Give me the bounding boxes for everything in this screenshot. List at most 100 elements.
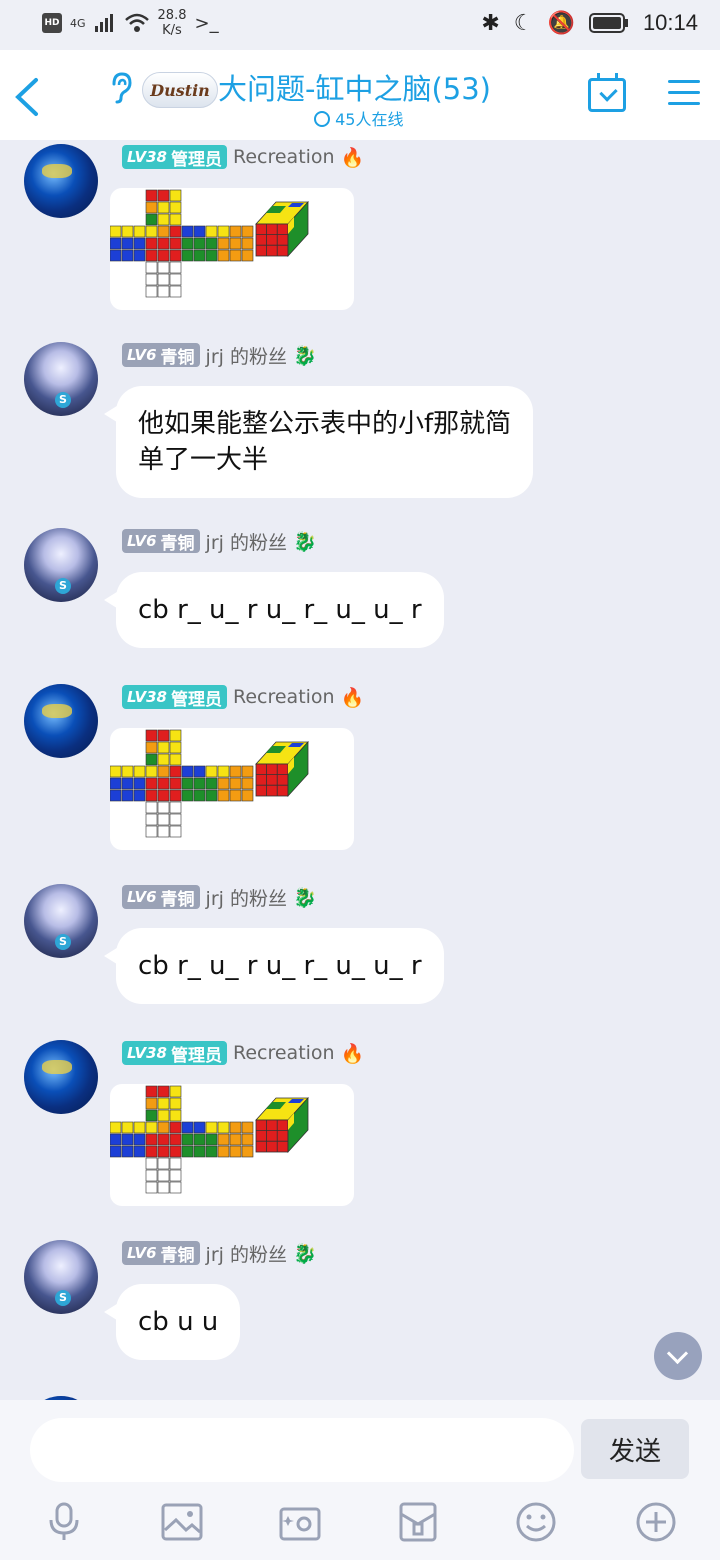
message-text: 他如果能整公示表中的小f那就简 — [138, 409, 512, 439]
network-label: 4G — [70, 16, 86, 30]
status-left: HD 4G 28.8 K/s >_ — [42, 8, 219, 38]
chat-header: Dustin 大问题-缸中之脑(53) 45人在线 — [0, 50, 720, 140]
composer: 发送 — [0, 1400, 720, 1560]
plus-icon[interactable] — [634, 1500, 678, 1544]
bell-off-icon: 🔕 — [547, 10, 575, 36]
level-badge: LV6 青铜 — [122, 885, 200, 910]
battery-icon — [588, 13, 628, 33]
hd-icon: HD — [42, 13, 62, 33]
level-label: LV38 — [127, 1044, 167, 1062]
role-label: 青铜 — [160, 533, 195, 554]
dragon-icon: 🐉 — [292, 1242, 317, 1265]
title-area[interactable]: Dustin 大问题-缸中之脑(53) 45人在线 — [100, 66, 580, 136]
sender-meta: LV6 青铜 jrj 的粉丝 🐉 — [122, 342, 317, 368]
back-button[interactable] — [8, 72, 48, 122]
fire-icon: 🔥 — [340, 146, 365, 169]
level-badge: LV38 管理员 — [122, 145, 227, 170]
role-label: 管理员 — [170, 1045, 222, 1066]
sender-name[interactable]: jrj 的粉丝 — [206, 1240, 287, 1267]
role-label: 管理员 — [170, 689, 222, 710]
group-logo: Dustin — [142, 72, 218, 108]
wifi-icon — [124, 13, 149, 32]
status-bar: HD 4G 28.8 K/s >_ ✱ ☾ 🔕 10:14 — [0, 0, 720, 50]
camera-icon[interactable] — [278, 1500, 322, 1544]
sender-meta: LV38 管理员 Recreation 🔥 — [122, 684, 364, 710]
send-button[interactable]: 发送 — [581, 1419, 689, 1479]
fire-icon: 🔥 — [340, 1042, 365, 1065]
message-text: cb r_ u_ r u_ r_ u_ u_ r — [138, 595, 422, 625]
scroll-down-button[interactable] — [654, 1332, 702, 1380]
anime-avatar[interactable] — [24, 528, 98, 602]
speed-unit: K/s — [162, 23, 182, 38]
level-badge: LV38 管理员 — [122, 1041, 227, 1066]
level-badge: LV6 青铜 — [122, 1241, 200, 1266]
role-label: 管理员 — [170, 149, 222, 170]
sender-meta: LV6 青铜 jrj 的粉丝 🐉 — [122, 1240, 317, 1266]
rubiks-cube-image[interactable] — [110, 188, 354, 310]
microphone-icon[interactable] — [42, 1500, 86, 1544]
sender-meta: LV6 青铜 jrj 的粉丝 🐉 — [122, 884, 317, 910]
sender-meta: LV38 管理员 Recreation 🔥 — [122, 1040, 364, 1066]
online-count: 45人在线 — [314, 106, 403, 130]
message-bubble[interactable]: cb r_ u_ r u_ r_ u_ u_ r — [104, 572, 444, 648]
bluetooth-icon: ✱ — [481, 10, 500, 36]
dragon-icon: 🐉 — [292, 344, 317, 367]
message-text: cb u u — [138, 1307, 219, 1337]
level-label: LV6 — [127, 346, 157, 364]
back-arrow-icon — [15, 78, 38, 116]
level-label: LV6 — [127, 532, 157, 550]
message-bubble[interactable]: 他如果能整公示表中的小f那就简 单了一大半 — [103, 386, 534, 498]
level-badge: LV38 管理员 — [122, 685, 227, 710]
emoji-icon[interactable] — [514, 1500, 558, 1544]
level-label: LV6 — [127, 888, 157, 906]
sender-name[interactable]: Recreation — [233, 686, 335, 708]
fire-icon: 🔥 — [340, 686, 365, 709]
message-bubble[interactable]: cb r_ u_ r u_ r_ u_ u_ r — [104, 928, 444, 1004]
online-label: 45人在线 — [335, 110, 404, 129]
sender-meta: LV38 管理员 Recreation 🔥 — [122, 144, 364, 170]
level-badge: LV6 青铜 — [122, 343, 200, 368]
sender-meta: LV6 青铜 jrj 的粉丝 🐉 — [122, 528, 317, 554]
network-speed: 28.8 K/s — [158, 8, 187, 38]
status-right: ✱ ☾ 🔕 10:14 — [481, 10, 698, 36]
level-label: LV38 — [127, 688, 167, 706]
role-label: 青铜 — [160, 347, 195, 368]
dragon-icon: 🐉 — [292, 886, 317, 909]
speed-value: 28.8 — [157, 8, 187, 23]
message-text: cb r_ u_ r u_ r_ u_ u_ r — [138, 951, 422, 981]
sender-name[interactable]: Recreation — [233, 146, 335, 168]
blue-globe-avatar[interactable] — [24, 684, 98, 758]
signal-icon — [94, 14, 113, 32]
ear-icon — [112, 72, 132, 104]
role-label: 青铜 — [160, 1245, 195, 1266]
moon-icon: ☾ — [513, 10, 534, 36]
box-icon[interactable] — [396, 1500, 440, 1544]
input-toolbar — [0, 1500, 720, 1550]
message-input[interactable] — [30, 1418, 574, 1482]
message-text: 单了一大半 — [138, 445, 269, 475]
sender-name[interactable]: Recreation — [233, 1042, 335, 1064]
calendar-check-icon[interactable] — [588, 73, 626, 112]
online-check-icon — [314, 111, 330, 127]
blue-globe-avatar[interactable] — [24, 144, 98, 218]
level-label: LV38 — [127, 148, 167, 166]
anime-avatar[interactable] — [24, 342, 98, 416]
menu-icon[interactable] — [668, 80, 700, 108]
sender-name[interactable]: jrj 的粉丝 — [206, 884, 287, 911]
dragon-icon: 🐉 — [292, 530, 317, 553]
blue-globe-avatar[interactable] — [24, 1040, 98, 1114]
level-label: LV6 — [127, 1244, 157, 1262]
picture-icon[interactable] — [160, 1500, 204, 1544]
terminal-icon: >_ — [194, 12, 219, 34]
rubiks-cube-image[interactable] — [110, 1084, 354, 1206]
anime-avatar[interactable] — [24, 1240, 98, 1314]
role-label: 青铜 — [160, 889, 195, 910]
rubiks-cube-image[interactable] — [110, 728, 354, 850]
message-bubble[interactable]: cb u u — [103, 1284, 241, 1360]
anime-avatar[interactable] — [24, 884, 98, 958]
sender-name[interactable]: jrj 的粉丝 — [206, 528, 287, 555]
level-badge: LV6 青铜 — [122, 529, 200, 554]
clock: 10:14 — [642, 10, 698, 35]
sender-name[interactable]: jrj 的粉丝 — [206, 342, 287, 369]
group-title: 大问题-缸中之脑(53) — [218, 72, 491, 106]
